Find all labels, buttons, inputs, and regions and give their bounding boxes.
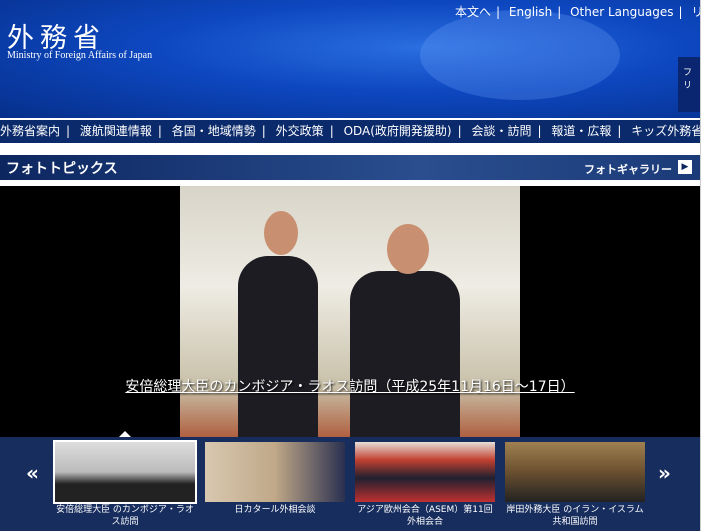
previous-arrow-icon[interactable]: «: [26, 461, 39, 485]
thumbnail-strip: « 安倍総理大臣 のカンボジア・ラオス訪問 日カタール外相会談 アジア欧州会合（…: [0, 437, 700, 531]
nav-item[interactable]: 会談・訪問: [472, 124, 532, 138]
world-map-graphic: [420, 10, 620, 100]
thumbnail[interactable]: アジア欧州会合（ASEM）第11回外相会合: [355, 442, 495, 532]
top-links: 本文へ| English| Other Languages| リン: [455, 3, 705, 20]
section-header: フォトトピックス フォトギャラリー ▶: [0, 155, 700, 180]
thumbnail-caption: 日カタール外相会談: [234, 505, 316, 515]
nav-item[interactable]: 各国・地域情勢: [172, 124, 256, 138]
site-logo-english: Ministry of Foreign Affairs of Japan: [7, 50, 153, 61]
thumbnail-caption: 安倍総理大臣 のカンボジア・ラオス訪問: [56, 505, 194, 527]
feature-slideshow: 安倍総理大臣のカンボジア・ラオス訪問（平成25年11月16日～17日）: [0, 186, 700, 437]
feature-caption[interactable]: 安倍総理大臣のカンボジア・ラオス訪問（平成25年11月16日～17日）: [0, 376, 700, 396]
main-nav: 外務省案内 | 渡航関連情報 | 各国・地域情勢 | 外交政策 | ODA(政府開発援助…: [0, 119, 705, 143]
nav-item[interactable]: 渡航関連情報: [80, 124, 152, 138]
nav-item[interactable]: キッズ外務省: [631, 124, 703, 138]
nav-item[interactable]: 外交政策: [276, 124, 324, 138]
thumbnail-caption: 岸田外務大臣 のイラン・イスラム共和国訪問: [506, 505, 644, 527]
photo-gallery-link[interactable]: フォトギャラリー: [584, 161, 672, 177]
play-arrow-icon[interactable]: ▶: [678, 160, 692, 174]
link-skip-to-content[interactable]: 本文へ: [455, 5, 491, 19]
next-arrow-icon[interactable]: »: [658, 461, 671, 485]
link-other-languages[interactable]: Other Languages: [570, 5, 673, 19]
side-tab[interactable]: フリ: [678, 57, 700, 112]
link-english[interactable]: English: [509, 5, 552, 19]
thumbnail[interactable]: 安倍総理大臣 のカンボジア・ラオス訪問: [53, 440, 197, 532]
thumbnail-caption: アジア欧州会合（ASEM）第11回外相会合: [357, 505, 493, 527]
thumbnail[interactable]: 日カタール外相会談: [205, 442, 345, 532]
nav-item[interactable]: 外務省案内: [0, 124, 60, 138]
feature-photo[interactable]: [180, 186, 520, 437]
scrollbar[interactable]: [700, 0, 705, 531]
site-header: 外務省 Ministry of Foreign Affairs of Japan…: [0, 0, 705, 118]
nav-item[interactable]: ODA(政府開発援助): [344, 124, 452, 138]
thumbnail[interactable]: 岸田外務大臣 のイラン・イスラム共和国訪問: [505, 442, 645, 532]
nav-item[interactable]: 報道・広報: [551, 124, 611, 138]
section-title: フォトトピックス: [6, 161, 118, 177]
